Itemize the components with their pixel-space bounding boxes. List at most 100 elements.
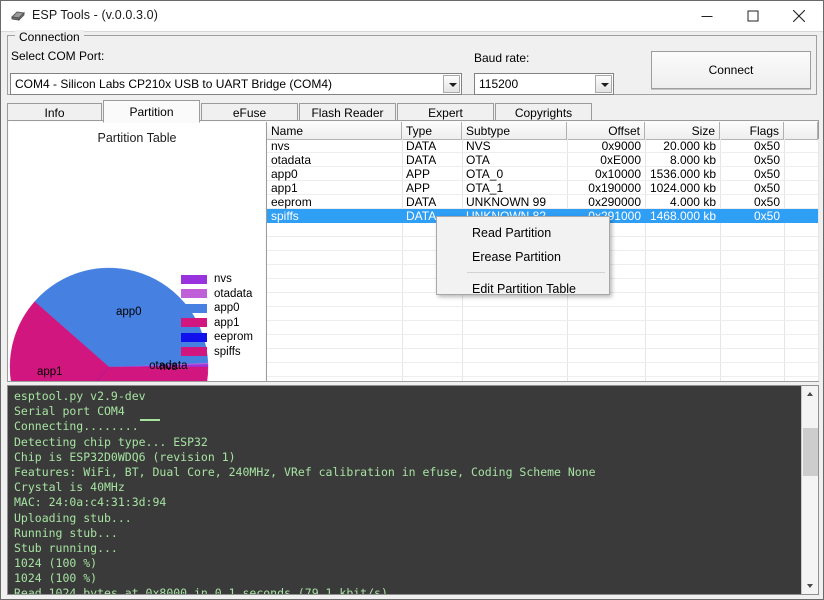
column-header-size[interactable]: Size [645,122,720,139]
table-row[interactable]: eeprom DATA UNKNOWN 99 0x290000 4.000 kb 0x50 [267,195,818,209]
title-bar: ESP Tools - (v.0.0.3.0) [1,1,823,32]
cell-subtype: OTA [466,153,490,167]
partition-panel: Partition Table nvsotadataapp0app1eeprom… [7,120,819,382]
chevron-down-icon[interactable] [595,75,612,93]
scrollbar-thumb[interactable] [803,428,818,476]
chip-icon [10,9,26,24]
console-line: esptool.py v2.9-dev [14,389,146,403]
menu-item-edit-partition-table[interactable]: Edit Partition Table [465,277,609,301]
column-header-blank[interactable] [784,122,818,139]
legend-label: eeprom [214,331,253,344]
console-line: 1024 (100 %) [14,556,98,571]
legend-item-eeprom: eeprom [181,330,253,345]
table-header-row: Name Type Subtype Offset Size Flags [267,122,818,140]
cell-offset: 0xE000 [600,153,641,167]
tab-partition[interactable]: Partition [103,100,200,123]
cell-subtype: OTA_0 [466,167,504,181]
console-line: Running stub... [14,525,118,540]
cell-type: APP [406,181,431,195]
column-header-name[interactable]: Name [267,122,402,139]
legend-item-spiffs: spiffs [181,345,253,360]
console-line: Crystal is 40MHz [14,480,125,495]
legend-swatch-nvs [181,274,207,284]
legend-label: otadata [214,287,253,300]
cell-offset: 0x10000 [594,167,641,181]
legend-swatch-app1 [181,318,207,328]
menu-item-erease-partition[interactable]: Erease Partition [465,245,609,269]
table-row[interactable]: otadata DATA OTA 0xE000 8.000 kb 0x50 [267,153,818,167]
cell-flags: 0x50 [753,167,780,181]
legend-item-app1: app1 [181,316,253,331]
column-header-flags[interactable]: Flags [720,122,784,139]
console-line: Uploading stub... [14,510,132,525]
table-row[interactable]: app1 APP OTA_1 0x190000 1024.000 kb 0x50 [267,181,818,195]
console-line: Chip is ESP32D0WDQ6 (revision 1) [14,449,236,464]
table-row[interactable]: app0 APP OTA_0 0x10000 1536.000 kb 0x50 [267,167,818,181]
cell-size: 4.000 kb [669,195,716,209]
console-line: Connecting........ [14,419,792,434]
chevron-down-icon[interactable] [443,75,460,93]
partition-pie-chart: Partition Table nvsotadataapp0app1eeprom… [9,122,265,381]
scroll-down-icon[interactable] [802,578,818,594]
cell-subtype: UNKNOWN 99 [466,195,547,209]
cell-size: 1536.000 kb [649,167,716,181]
cell-flags: 0x50 [753,153,780,167]
console-line: Detecting chip type... ESP32 [14,434,208,449]
console-line: MAC: 24:0a:c4:31:3d:94 [14,495,167,510]
baud-rate-select[interactable]: 115200 [474,73,614,95]
legend-label: app1 [214,316,240,329]
pie-label-otadata: otadata [149,360,188,372]
pie-label-app1: app1 [37,366,63,378]
cell-size: 20.000 kb [663,139,716,153]
partition-context-menu[interactable]: Read Partition Erease Partition Edit Parti… [436,216,610,296]
close-button[interactable] [776,1,822,31]
cell-name: eeprom [271,195,312,209]
console-line: Stub running... [14,540,118,555]
com-port-select[interactable]: COM4 - Silicon Labs CP210x USB to UART B… [10,73,462,95]
table-row[interactable]: nvs DATA NVS 0x9000 20.000 kb 0x50 [267,139,818,153]
row-divider [267,320,818,321]
console-caret [139,419,160,421]
cell-subtype: OTA_1 [466,181,504,195]
cell-size: 1468.000 kb [649,209,716,223]
com-port-value: COM4 - Silicon Labs CP210x USB to UART B… [15,77,332,91]
row-divider [267,348,818,349]
cell-flags: 0x50 [753,181,780,195]
pie-label-app0: app0 [116,306,142,318]
maximize-button[interactable] [730,1,776,31]
cell-offset: 0x290000 [588,195,641,209]
cell-name: app0 [271,167,298,181]
cell-size: 8.000 kb [669,153,716,167]
window-title: ESP Tools - (v.0.0.3.0) [32,8,158,22]
app-window: ESP Tools - (v.0.0.3.0) Connection Selec… [0,0,824,600]
com-port-label: Select COM Port: [11,49,105,63]
legend-swatch-spiffs [181,347,207,357]
row-divider [267,376,818,377]
column-header-type[interactable]: Type [402,122,462,139]
baud-rate-value: 115200 [479,77,519,91]
connection-group-label: Connection [15,30,84,44]
menu-item-read-partition[interactable]: Read Partition [465,221,609,245]
cell-name: spiffs [271,209,299,223]
grid-line [818,139,819,381]
column-header-subtype[interactable]: Subtype [462,122,567,139]
cell-flags: 0x50 [753,195,780,209]
cell-flags: 0x50 [753,139,780,153]
legend-label: nvs [214,273,232,286]
legend-swatch-eeprom [181,332,207,342]
console-line: Features: WiFi, BT, Dual Core, 240MHz, V… [14,464,596,479]
cell-type: DATA [406,153,437,167]
legend-swatch-app0 [181,303,207,313]
chart-title: Partition Table [97,131,177,145]
console-line: Read 1024 bytes at 0x8000 in 0.1 seconds… [14,586,409,595]
menu-separator [467,272,605,273]
row-divider [267,362,818,363]
cell-type: DATA [406,139,437,153]
console-output[interactable]: esptool.py v2.9-dev Serial port COM4 Conne… [7,385,819,595]
console-scrollbar[interactable] [801,386,818,594]
minimize-button[interactable] [684,1,730,31]
column-header-offset[interactable]: Offset [567,122,645,139]
chart-legend: nvs otadata app0 app1 eeprom spiffs [181,272,253,359]
connect-button[interactable]: Connect [651,51,811,89]
scroll-up-icon[interactable] [802,386,818,402]
